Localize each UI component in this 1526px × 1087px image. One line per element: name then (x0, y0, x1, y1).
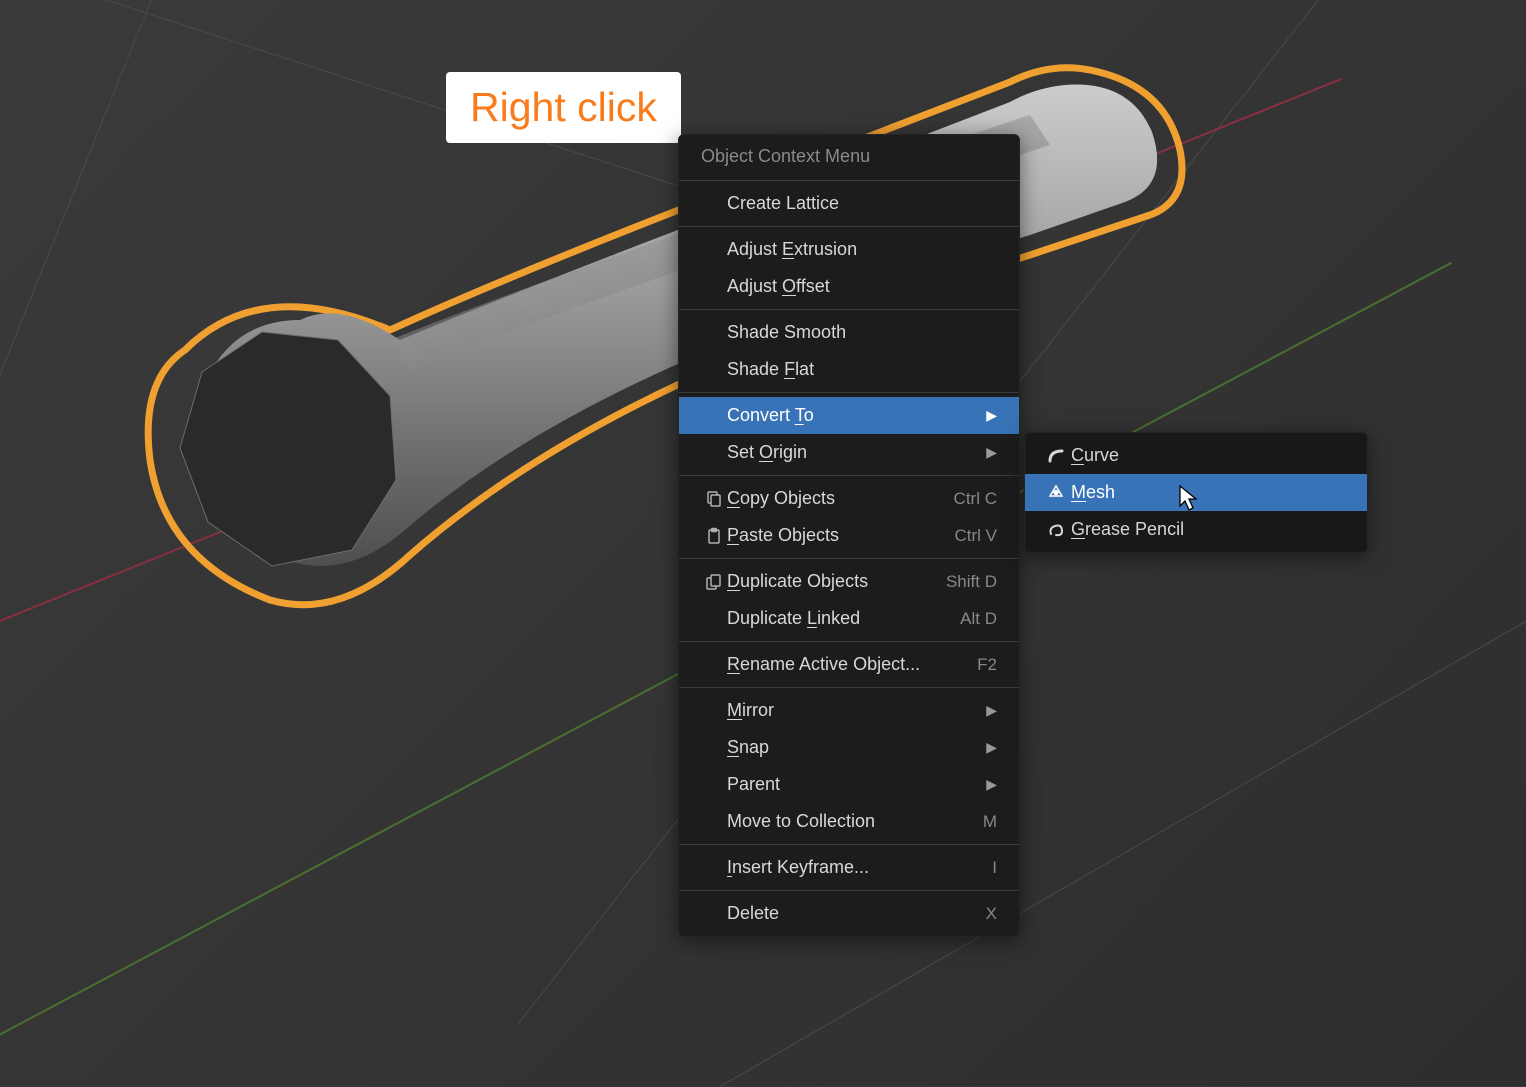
gpencil-icon (1041, 521, 1071, 539)
menu-item-adjust-offset[interactable]: Adjust Offset (679, 268, 1019, 305)
submenu-item-curve[interactable]: Curve (1025, 437, 1367, 474)
chevron-right-icon: ▶ (986, 407, 997, 424)
dup-icon (701, 573, 727, 591)
menu-item-label: Adjust Offset (727, 276, 997, 297)
menu-shortcut: M (983, 812, 997, 832)
menu-shortcut: I (992, 858, 997, 878)
menu-item-duplicate-objects[interactable]: Duplicate Objects Shift D (679, 563, 1019, 600)
menu-item-label: Create Lattice (727, 193, 997, 214)
menu-item-label: Delete (727, 903, 974, 924)
menu-item-label: Parent (727, 774, 978, 795)
menu-item-label: Snap (727, 737, 978, 758)
menu-item-label: Duplicate Linked (727, 608, 948, 629)
menu-item-label: Paste Objects (727, 525, 943, 546)
submenu-item-label: Grease Pencil (1071, 519, 1184, 540)
menu-item-insert-keyframe[interactable]: Insert Keyframe... I (679, 849, 1019, 886)
menu-item-snap[interactable]: Snap ▶ (679, 729, 1019, 766)
mesh-icon (1041, 484, 1071, 502)
menu-item-move-to-collection[interactable]: Move to Collection M (679, 803, 1019, 840)
chevron-right-icon: ▶ (986, 739, 997, 756)
copy-icon (701, 490, 727, 508)
context-menu-title: Object Context Menu (679, 135, 1019, 181)
annotation-text: Right click (470, 84, 657, 130)
menu-item-convert-to[interactable]: Convert To ▶ (679, 397, 1019, 434)
menu-shortcut: Alt D (960, 609, 997, 629)
menu-item-label: Copy Objects (727, 488, 942, 509)
menu-shortcut: Ctrl C (954, 489, 997, 509)
menu-item-copy-objects[interactable]: Copy Objects Ctrl C (679, 480, 1019, 517)
menu-shortcut: Shift D (946, 572, 997, 592)
menu-item-label: Convert To (727, 405, 978, 426)
submenu-item-grease-pencil[interactable]: Grease Pencil (1025, 511, 1367, 548)
menu-item-label: Adjust Extrusion (727, 239, 997, 260)
menu-item-delete[interactable]: Delete X (679, 895, 1019, 932)
menu-item-rename-active-object[interactable]: Rename Active Object... F2 (679, 646, 1019, 683)
chevron-right-icon: ▶ (986, 444, 997, 461)
menu-item-label: Duplicate Objects (727, 571, 934, 592)
curve-icon (1041, 447, 1071, 465)
submenu-item-label: Mesh (1071, 482, 1115, 503)
menu-item-shade-flat[interactable]: Shade Flat (679, 351, 1019, 388)
submenu-item-label: Curve (1071, 445, 1119, 466)
menu-item-label: Insert Keyframe... (727, 857, 980, 878)
menu-item-label: Mirror (727, 700, 978, 721)
menu-item-adjust-extrusion[interactable]: Adjust Extrusion (679, 231, 1019, 268)
object-context-menu[interactable]: Object Context Menu Create Lattice Adjust… (678, 134, 1020, 937)
menu-item-create-lattice[interactable]: Create Lattice (679, 185, 1019, 222)
menu-shortcut: F2 (977, 655, 997, 675)
menu-shortcut: X (986, 904, 997, 924)
menu-item-label: Shade Flat (727, 359, 997, 380)
menu-item-parent[interactable]: Parent ▶ (679, 766, 1019, 803)
convert-to-submenu[interactable]: Curve Mesh Grease Pencil (1024, 432, 1368, 553)
paste-icon (701, 527, 727, 545)
menu-item-duplicate-linked[interactable]: Duplicate Linked Alt D (679, 600, 1019, 637)
submenu-item-mesh[interactable]: Mesh (1025, 474, 1367, 511)
menu-item-label: Set Origin (727, 442, 978, 463)
annotation-right-click: Right click (446, 72, 681, 143)
menu-item-paste-objects[interactable]: Paste Objects Ctrl V (679, 517, 1019, 554)
chevron-right-icon: ▶ (986, 702, 997, 719)
chevron-right-icon: ▶ (986, 776, 997, 793)
menu-item-label: Rename Active Object... (727, 654, 965, 675)
menu-item-shade-smooth[interactable]: Shade Smooth (679, 314, 1019, 351)
menu-item-mirror[interactable]: Mirror ▶ (679, 692, 1019, 729)
menu-shortcut: Ctrl V (955, 526, 998, 546)
menu-item-set-origin[interactable]: Set Origin ▶ (679, 434, 1019, 471)
menu-item-label: Shade Smooth (727, 322, 997, 343)
menu-item-label: Move to Collection (727, 811, 971, 832)
